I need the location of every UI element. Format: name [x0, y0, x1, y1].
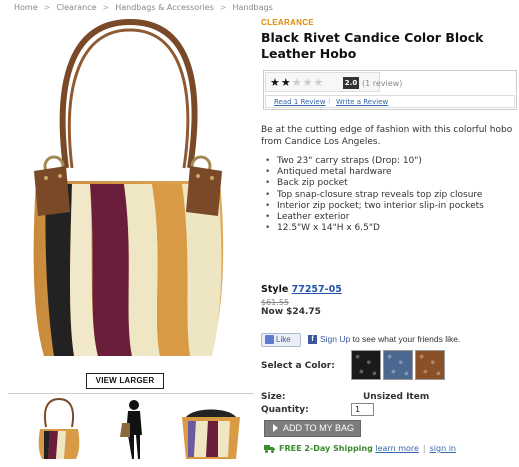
facebook-like-button[interactable]: Like [261, 333, 301, 347]
product-description: Be at the cutting edge of fashion with t… [261, 125, 513, 147]
style-number-row: Style 77257-05 [261, 284, 342, 295]
now-price: Now $24.75 [261, 307, 321, 317]
clearance-badge: CLEARANCE [261, 18, 314, 27]
read-reviews-link[interactable]: Read 1 Review [274, 98, 325, 106]
product-title: Black Rivet Candice Color Block Leather … [261, 30, 484, 61]
write-review-link[interactable]: Write a Review [336, 98, 388, 106]
breadcrumb-home[interactable]: Home [14, 3, 38, 12]
add-to-bag-button[interactable]: ADD TO MY BAG [264, 420, 361, 437]
feature-item: Interior zip pocket; two interior slip-i… [263, 201, 513, 212]
breadcrumb: Home > Clearance > Handbags & Accessories > Ha… [14, 3, 273, 12]
quantity-label: Quantity: [261, 405, 309, 415]
style-number-link[interactable]: 77257-05 [292, 284, 342, 295]
add-to-bag-label: ADD TO MY BAG [283, 423, 355, 433]
star-icon: ★ [313, 76, 325, 89]
facebook-icon: f [308, 335, 317, 345]
color-swatch-blue[interactable] [383, 350, 413, 380]
link-divider: | [328, 97, 331, 105]
color-swatch-black[interactable] [351, 350, 381, 380]
breadcrumb-handbags-accessories[interactable]: Handbags & Accessories [115, 3, 214, 12]
star-icon: ★ [302, 76, 314, 89]
star-rating: ★★★★★ [270, 76, 324, 89]
breadcrumb-separator: > [43, 3, 51, 12]
product-main-image[interactable] [14, 16, 246, 372]
star-icon: ★ [291, 76, 303, 89]
rating-score: 2.0 [343, 77, 359, 89]
thumbnail-front[interactable] [22, 397, 96, 461]
style-label: Style [261, 284, 289, 295]
breadcrumb-separator: > [219, 3, 227, 12]
thumbnail-model[interactable] [96, 397, 170, 461]
breadcrumb-separator: > [102, 3, 110, 12]
feature-item: 12.5"W x 14"H x 6.5"D [263, 223, 513, 234]
facebook-signup-link[interactable]: Sign Up [320, 334, 350, 344]
leather-texture [355, 354, 377, 376]
view-larger-button[interactable]: VIEW LARGER [86, 373, 164, 389]
rating-box: ★★★★★ 2.0 (1 review) Read 1 Review | Wri… [263, 70, 517, 110]
leather-texture [387, 354, 409, 376]
thumbs-up-icon [265, 335, 274, 345]
star-icon: ★ [280, 76, 292, 89]
feature-item: Back zip pocket [263, 178, 513, 189]
color-swatch-brown[interactable] [415, 350, 445, 380]
quantity-input[interactable] [351, 403, 374, 416]
like-label: Like [276, 335, 291, 344]
learn-more-link[interactable]: learn more [375, 444, 419, 453]
leather-texture [419, 354, 441, 376]
thumbnail-open[interactable] [174, 397, 248, 461]
size-value: Unsized Item [363, 392, 430, 402]
link-divider: | [422, 444, 426, 453]
arrow-right-icon [273, 423, 278, 432]
breadcrumb-clearance[interactable]: Clearance [56, 3, 96, 12]
facebook-signup-prompt: f Sign Up to see what your friends like. [308, 334, 461, 345]
thumbnail-strip [8, 393, 254, 463]
size-label: Size: [261, 392, 286, 402]
star-icon: ★ [270, 76, 281, 89]
was-price: $61.55 [261, 298, 289, 307]
breadcrumb-handbags[interactable]: Handbags [232, 3, 272, 12]
feature-item: Antiqued metal hardware [263, 167, 513, 178]
feature-item: Two 23" carry straps (Drop: 10") [263, 156, 513, 167]
feature-list: Two 23" carry straps (Drop: 10") Antique… [263, 156, 513, 235]
sign-in-link[interactable]: sign in [430, 444, 456, 453]
feature-item: Leather exterior [263, 212, 513, 223]
color-label: Select a Color: [261, 361, 335, 371]
free-shipping-text: FREE 2-Day Shipping [279, 444, 373, 453]
facebook-signup-text: to see what your friends like. [350, 334, 461, 344]
shipping-row: FREE 2-Day Shipping learn more | sign in [264, 443, 518, 454]
review-links: Read 1 Review | Write a Review [265, 95, 515, 108]
facebook-like-row: Like f Sign Up to see what your friends l… [261, 333, 517, 347]
review-count: (1 review) [362, 79, 403, 88]
shipping-truck-icon [264, 445, 275, 453]
feature-item: Top snap-closure strap reveals top zip c… [263, 190, 513, 201]
